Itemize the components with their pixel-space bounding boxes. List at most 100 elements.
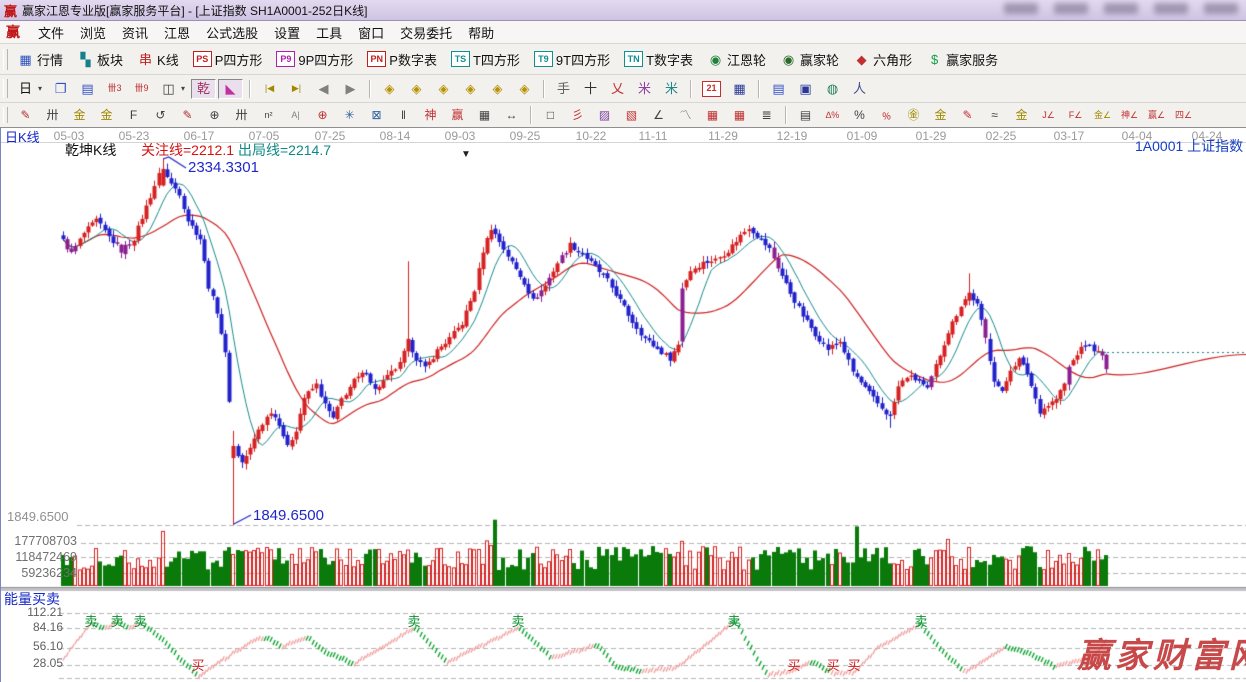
toolbar-grip[interactable] [3, 49, 8, 70]
gold-ratio-line-button[interactable]: 金 [67, 105, 92, 125]
9t-square-button[interactable]: T99T四方形 [530, 48, 614, 71]
gann-web-box-button[interactable]: ⊠ [364, 105, 389, 125]
width-measure-button[interactable]: ↔ [499, 105, 524, 125]
angle-j-button[interactable]: J∠ [1036, 105, 1061, 125]
hand-tool-button[interactable]: 手 [551, 79, 576, 99]
text-note-button[interactable]: A| [283, 105, 308, 125]
angle-four-button[interactable]: 四∠ [1171, 105, 1196, 125]
zigzag-tool-button[interactable]: 〽 [673, 105, 698, 125]
t-square-button[interactable]: TST四方形 [447, 48, 524, 71]
last-page-button[interactable]: ▶| [284, 79, 309, 99]
sectors-button[interactable]: ▚板块 [73, 48, 127, 71]
spiral-tool-button[interactable]: ↺ [148, 105, 173, 125]
kline-button[interactable]: 串K线 [133, 48, 183, 71]
menu-item-window[interactable]: 窗口 [350, 21, 392, 44]
erase-line-button[interactable]: 乂 [605, 79, 630, 99]
shade-box-button[interactable]: ▧ [619, 105, 644, 125]
percent-button[interactable]: % [847, 105, 872, 125]
zoom-window-button[interactable]: ❐ [48, 79, 73, 99]
fibo-line-button[interactable]: F [121, 105, 146, 125]
angle-shen-button[interactable]: 神∠ [1117, 105, 1142, 125]
bars-3-button[interactable]: 卌3 [102, 79, 127, 99]
fan-grid-button[interactable]: ▨ [592, 105, 617, 125]
web-sync-button[interactable]: ◍ [820, 79, 845, 99]
p-table-button[interactable]: PNP数字表 [363, 48, 441, 71]
time-grid-button[interactable]: ▦ [727, 105, 752, 125]
percent-retrace-button[interactable]: ﹪ [874, 105, 899, 125]
wave-tool-button[interactable]: ≈ [982, 105, 1007, 125]
box-select-button[interactable]: □ [538, 105, 563, 125]
target-circle-button[interactable]: ⊕ [310, 105, 335, 125]
9p-square-button[interactable]: P99P四方形 [272, 48, 357, 71]
diamond-star-button[interactable]: ◈ [485, 79, 510, 99]
ying-grid-button[interactable]: 赢 [445, 105, 470, 125]
gold-level-button[interactable]: 金 [928, 105, 953, 125]
save-data-button[interactable]: ▣ [793, 79, 818, 99]
grid-123-button[interactable]: ▦ [472, 105, 497, 125]
gold-wave-button[interactable]: 金 [1009, 105, 1034, 125]
next-bar-button[interactable]: ▶ [338, 79, 363, 99]
flag-pen-button[interactable]: ✎ [955, 105, 980, 125]
hexagon-button[interactable]: ◆六角形 [849, 48, 916, 71]
angle-ying-button[interactable]: 赢∠ [1144, 105, 1169, 125]
menu-item-news[interactable]: 资讯 [114, 21, 156, 44]
diamond-cross-button[interactable]: ◈ [458, 79, 483, 99]
menu-item-gann[interactable]: 江恩 [156, 21, 198, 44]
first-page-button[interactable]: |◀ [257, 79, 282, 99]
color-volume-button[interactable]: ◣ [218, 79, 243, 99]
percent-triangle-button[interactable]: ∆% [820, 105, 845, 125]
report-view-button[interactable]: ▤ [766, 79, 791, 99]
crosshair-tool-button[interactable]: 十 [578, 79, 603, 99]
angle-gold-button[interactable]: 金∠ [1090, 105, 1115, 125]
gann-circle-button[interactable]: ⊕ [202, 105, 227, 125]
menu-item-file[interactable]: 文件 [30, 21, 72, 44]
pen-tool-button[interactable]: ✎ [13, 105, 38, 125]
info-panel-button[interactable]: ▤ [75, 79, 100, 99]
diamond-right-button[interactable]: ◈ [404, 79, 429, 99]
price-grid-button[interactable]: ▦ [700, 105, 725, 125]
time-pair-button[interactable]: ‖ [391, 105, 416, 125]
insight-purple-button[interactable]: 米 [632, 79, 657, 99]
gold-circle-button[interactable]: ㊎ [901, 105, 926, 125]
calculator-button[interactable]: ▦ [727, 79, 752, 99]
quotes-button[interactable]: ▦行情 [13, 48, 67, 71]
menu-item-formula-stock-pick[interactable]: 公式选股 [198, 21, 266, 44]
toolbar-grip[interactable] [3, 107, 8, 124]
angle-f-button[interactable]: F∠ [1063, 105, 1088, 125]
menu-item-settings[interactable]: 设置 [266, 21, 308, 44]
winner-service-button[interactable]: $赢家服务 [922, 48, 1002, 71]
insight-teal-button[interactable]: 米 [659, 79, 684, 99]
t-table-button[interactable]: TNT数字表 [620, 48, 697, 71]
gann-wheel-button[interactable]: ◉江恩轮 [703, 48, 770, 71]
bars-9-button[interactable]: 卌9 [129, 79, 154, 99]
ray-fan-button[interactable]: 彡 [565, 105, 590, 125]
n-square-button[interactable]: n² [256, 105, 281, 125]
p-square-button[interactable]: PSP四方形 [189, 48, 267, 71]
winner-wheel-button[interactable]: ◉赢家轮 [776, 48, 843, 71]
angle-line-button[interactable]: ∠ [646, 105, 671, 125]
toolbar-grip[interactable] [3, 79, 8, 98]
time-line-button[interactable]: 卅 [229, 105, 254, 125]
diamond-grid-button[interactable]: ◈ [512, 79, 537, 99]
menu-item-browse[interactable]: 浏览 [72, 21, 114, 44]
qiankun-kline-button[interactable]: 乾 [191, 79, 216, 99]
gold-ratio-ext-button[interactable]: 金 [94, 105, 119, 125]
parallel-lines-button[interactable]: ≣ [754, 105, 779, 125]
diamond-split-button[interactable]: ◈ [431, 79, 456, 99]
candle-style-dropdown-button[interactable]: ◫▾ [156, 79, 189, 99]
calendar-21-button[interactable]: 21 [698, 79, 725, 99]
user-login-button[interactable]: 人 [847, 79, 872, 99]
window-controls-blur[interactable] [1004, 3, 1238, 14]
menu-item-help[interactable]: 帮助 [460, 21, 502, 44]
menu-item-trade-entrust[interactable]: 交易委托 [392, 21, 460, 44]
diamond-left-button[interactable]: ◈ [377, 79, 402, 99]
prev-bar-button[interactable]: ◀ [311, 79, 336, 99]
mark-pen-button[interactable]: ✎ [175, 105, 200, 125]
menu-item-tools[interactable]: 工具 [308, 21, 350, 44]
kline-chart-canvas[interactable] [1, 128, 1246, 682]
period-day-dropdown-button[interactable]: 日▾ [13, 79, 46, 99]
shen-grid-button[interactable]: 神 [418, 105, 443, 125]
gann-web-button[interactable]: ✳ [337, 105, 362, 125]
gann-line-button[interactable]: 卅 [40, 105, 65, 125]
stat-table-button[interactable]: ▤ [793, 105, 818, 125]
